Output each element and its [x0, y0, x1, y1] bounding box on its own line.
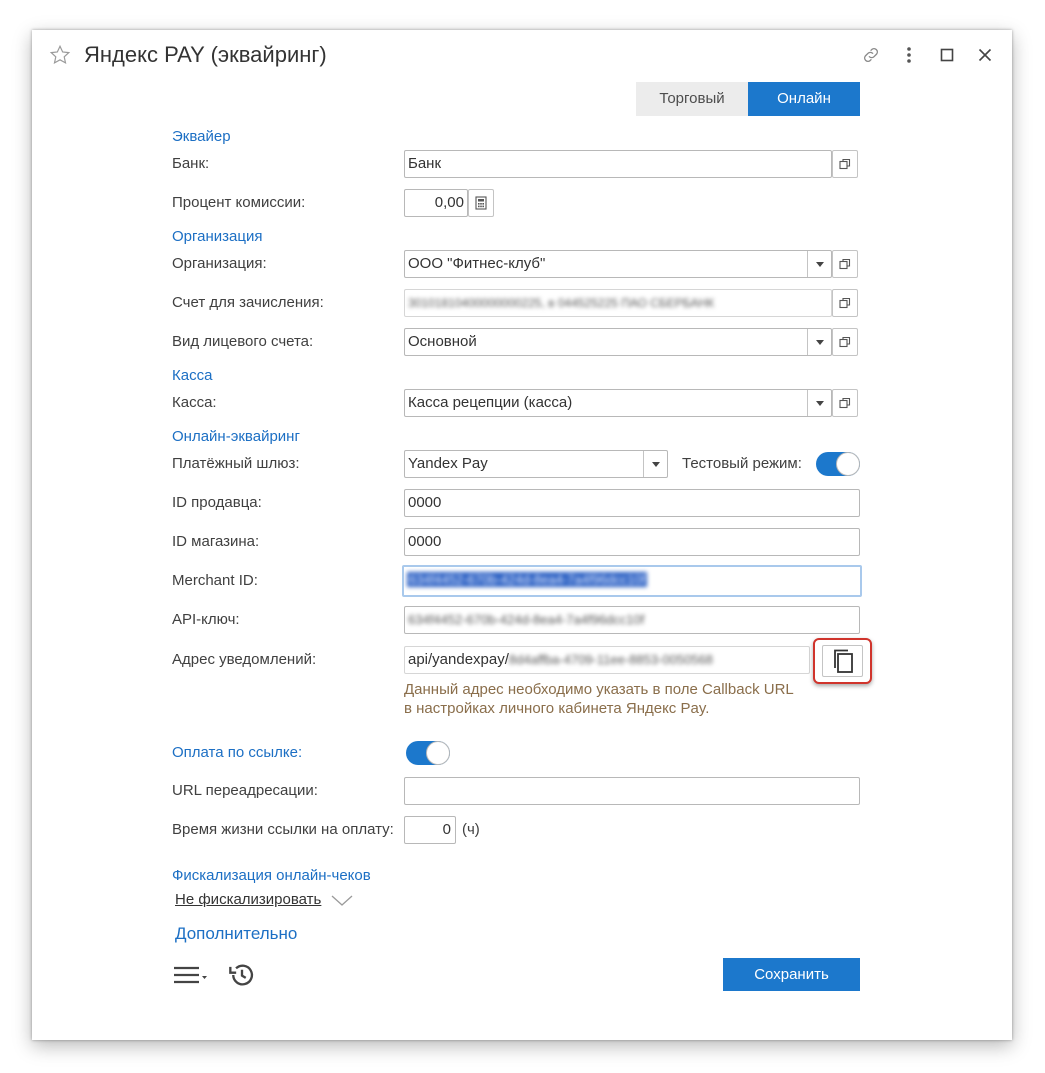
chevron-down-icon[interactable] [643, 451, 667, 477]
pay-by-link-label: Оплата по ссылке: [172, 744, 303, 761]
notify-hint-line-2: в настройках личного кабинета Яндекс Pay… [404, 700, 710, 717]
cashbox-label: Касса: [172, 394, 217, 411]
chevron-down-icon[interactable] [807, 329, 831, 355]
additional-link[interactable]: Дополнительно [175, 924, 297, 944]
link-lifetime-input[interactable]: 0 [404, 816, 456, 844]
account-value: 30101810400000000225, в 044525225 ПАО СБ… [408, 296, 715, 310]
merchant-id-label: Merchant ID: [172, 572, 258, 589]
seller-id-label: ID продавца: [172, 494, 262, 511]
section-fiscal: Фискализация онлайн-чеков [172, 867, 371, 884]
open-icon [839, 158, 851, 170]
account-open-button[interactable] [832, 289, 858, 317]
window-title: Яндекс PAY (эквайринг) [84, 42, 327, 67]
gateway-label: Платёжный шлюз: [172, 455, 300, 472]
open-icon [839, 258, 851, 270]
save-button[interactable]: Сохранить [723, 958, 860, 991]
gateway-select[interactable]: Yandex Pay [404, 450, 668, 478]
chevron-down-icon[interactable] [331, 894, 353, 911]
tab-bar: Торговый Онлайн [636, 82, 860, 116]
notify-url-hidden: 8d4affba-4709-11ee-8853-0050568 [508, 652, 713, 667]
menu-icon[interactable] [173, 964, 209, 986]
notify-url-field[interactable]: api/yandexpay/8d4affba-4709-11ee-8853-00… [404, 646, 810, 674]
shop-id-label: ID магазина: [172, 533, 260, 550]
notify-url-prefix: api/yandexpay/ [408, 651, 509, 668]
history-icon[interactable] [228, 961, 256, 989]
toggle-knob [426, 741, 450, 765]
star-icon[interactable] [49, 44, 71, 66]
redirect-url-input[interactable] [404, 777, 860, 805]
calculator-button[interactable] [468, 189, 494, 217]
organization-value: ООО "Фитнес-клуб" [408, 255, 546, 272]
copy-icon [833, 649, 853, 673]
cashbox-value: Касса рецепции (касса) [408, 394, 573, 411]
test-mode-label: Тестовый режим: [682, 455, 802, 472]
link-lifetime-unit: (ч) [462, 821, 480, 838]
test-mode-toggle[interactable] [816, 452, 860, 476]
api-key-input[interactable]: 634f4452-670b-424d-8ea4-7a4f96dcc10f [404, 606, 860, 634]
section-cash: Касса [172, 367, 213, 384]
open-icon [839, 297, 851, 309]
bank-field[interactable]: Банк [404, 150, 832, 178]
commission-label: Процент комиссии: [172, 194, 306, 211]
copy-button[interactable] [822, 645, 863, 677]
dialog-window: Яндекс PAY (эквайринг) Торговый Онлайн Э… [32, 30, 1012, 1040]
open-icon [839, 336, 851, 348]
chevron-down-icon[interactable] [807, 251, 831, 277]
commission-field[interactable]: 0,00 [404, 189, 468, 217]
seller-id-input[interactable]: 0000 [404, 489, 860, 517]
section-acquirer: Эквайер [172, 128, 231, 145]
calculator-icon [475, 196, 487, 210]
toggle-knob [836, 452, 860, 476]
section-organization: Организация [172, 228, 263, 245]
section-online-acquiring: Онлайн-эквайринг [172, 428, 300, 445]
api-key-value: 634f4452-670b-424d-8ea4-7a4f96dcc10f [408, 612, 645, 627]
close-icon[interactable] [974, 44, 996, 66]
pay-by-link-toggle[interactable] [406, 741, 450, 765]
account-type-open-button[interactable] [832, 328, 858, 356]
notify-url-label: Адрес уведомлений: [172, 651, 317, 668]
account-label: Счет для зачисления: [172, 294, 324, 311]
tab-trade[interactable]: Торговый [636, 82, 748, 116]
cashbox-select[interactable]: Касса рецепции (касса) [404, 389, 832, 417]
account-type-select[interactable]: Основной [404, 328, 832, 356]
bank-label: Банк: [172, 155, 210, 172]
bank-open-button[interactable] [832, 150, 858, 178]
api-key-label: API-ключ: [172, 611, 240, 628]
gateway-value: Yandex Pay [408, 455, 488, 472]
redirect-url-label: URL переадресации: [172, 782, 318, 799]
chevron-down-icon[interactable] [807, 390, 831, 416]
shop-id-input[interactable]: 0000 [404, 528, 860, 556]
fiscal-mode-link[interactable]: Не фискализировать [175, 891, 321, 908]
copy-highlight [813, 638, 872, 684]
tab-online[interactable]: Онлайн [748, 82, 860, 116]
merchant-id-value: 634f4452-670b-424d-8ea4-7a4f96dcc10f [407, 572, 648, 587]
merchant-id-input[interactable]: 634f4452-670b-424d-8ea4-7a4f96dcc10f [402, 565, 862, 597]
maximize-icon[interactable] [936, 44, 958, 66]
cashbox-open-button[interactable] [832, 389, 858, 417]
link-icon[interactable] [860, 44, 882, 66]
account-field[interactable]: 30101810400000000225, в 044525225 ПАО СБ… [404, 289, 832, 317]
account-type-value: Основной [408, 333, 477, 350]
organization-select[interactable]: ООО "Фитнес-клуб" [404, 250, 832, 278]
link-lifetime-label: Время жизни ссылки на оплату: [172, 821, 394, 838]
notify-hint-line-1: Данный адрес необходимо указать в поле C… [404, 681, 794, 698]
account-type-label: Вид лицевого счета: [172, 333, 314, 350]
organization-open-button[interactable] [832, 250, 858, 278]
organization-label: Организация: [172, 255, 267, 272]
open-icon [839, 397, 851, 409]
more-vertical-icon[interactable] [898, 44, 920, 66]
